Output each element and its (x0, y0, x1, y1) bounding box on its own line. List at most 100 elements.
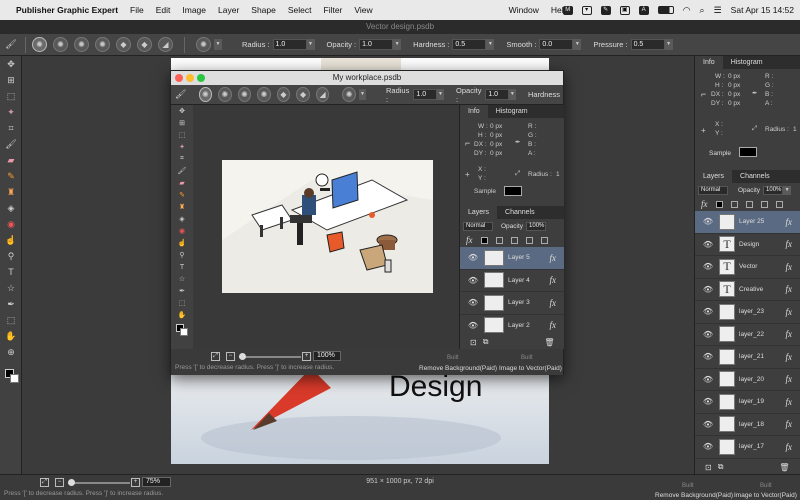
menu-edit[interactable]: Edit (156, 5, 171, 15)
brush-icon[interactable]: 🖌 (171, 165, 193, 177)
layer-fx-icon[interactable]: fx (786, 284, 793, 294)
layer-fx-icon[interactable]: fx (550, 320, 557, 330)
tab-info[interactable]: Info (460, 105, 488, 118)
eye-icon[interactable]: 👁 (701, 330, 715, 339)
smooth-field[interactable]: 0.0 (539, 39, 574, 50)
layer-fx-icon[interactable]: fx (786, 307, 793, 317)
brush-picker-icon[interactable]: ✺ (196, 37, 211, 52)
layer-name[interactable]: layer_17 (739, 443, 786, 450)
stamp-icon[interactable]: ♜ (171, 201, 193, 213)
stamp-icon[interactable]: ♜ (0, 184, 22, 200)
zoom-field[interactable]: 100% (313, 351, 341, 361)
layer-name[interactable]: layer_23 (739, 308, 786, 315)
layer-name[interactable]: layer_20 (739, 376, 786, 383)
sample-swatch[interactable] (504, 186, 522, 196)
fx-icon[interactable]: fx (466, 235, 473, 245)
brush-icon[interactable]: 🖌 (0, 136, 22, 152)
group-icon[interactable] (745, 200, 753, 208)
menu-image[interactable]: Image (182, 5, 206, 15)
pressure-field[interactable]: 0.5 (630, 39, 665, 50)
duplicate-icon[interactable] (760, 200, 768, 208)
duplicate-layer-icon[interactable]: ⧉ (718, 462, 724, 472)
layer-fx-icon[interactable]: fx (786, 217, 793, 227)
radius-field[interactable]: 1.0 (413, 89, 437, 100)
brush-preset-5-icon[interactable]: ◆ (116, 37, 131, 52)
layer-opacity-field[interactable]: 100% (763, 185, 784, 195)
pencil-icon[interactable]: ✎ (171, 189, 193, 201)
layer-name[interactable]: layer_22 (739, 331, 786, 338)
brush-preset-6-icon[interactable]: ◆ (137, 37, 152, 52)
new-layer-icon[interactable]: ⊡ (705, 463, 712, 472)
layer-row[interactable]: 👁 Layer 2 fx (460, 315, 564, 336)
adjust-icon[interactable] (495, 236, 503, 244)
wifi-icon[interactable]: ◠ (683, 5, 691, 16)
layer-fx-icon[interactable]: fx (786, 374, 793, 384)
eye-icon[interactable]: 👁 (466, 321, 480, 330)
crop-tool-icon[interactable]: ⌗ (0, 120, 22, 136)
tab-channels[interactable]: Channels (497, 206, 543, 219)
menu-filter[interactable]: Filter (324, 5, 343, 15)
zoom-window-icon[interactable] (197, 74, 205, 82)
layer-row[interactable]: 👁 Layer 5 fx (460, 247, 564, 270)
eye-icon[interactable]: 👁 (466, 298, 480, 307)
layer-fx-icon[interactable]: fx (550, 253, 557, 263)
workplace-artwork[interactable] (222, 160, 433, 293)
zoom-icon[interactable]: ⚲ (171, 249, 193, 261)
layer-name[interactable]: Creative (739, 286, 786, 293)
layer-row[interactable]: 👁 Layer 3 fx (460, 292, 564, 315)
fx-icon[interactable]: fx (701, 199, 708, 209)
layer-name[interactable]: Layer 2 (508, 322, 550, 329)
layer-fx-icon[interactable]: fx (786, 419, 793, 429)
layer-opacity-field[interactable]: 100% (526, 221, 547, 231)
layer-name[interactable]: layer_18 (739, 421, 786, 428)
text-icon[interactable]: T (0, 264, 22, 280)
control-center-icon[interactable]: ☰ (714, 5, 722, 16)
brush-preset-1-icon[interactable]: ✺ (198, 87, 213, 102)
search-icon[interactable]: ⌕ (700, 5, 705, 16)
layer-fx-icon[interactable]: fx (786, 239, 793, 249)
layer-row[interactable]: 👁 Layer 25 fx (695, 211, 800, 234)
fit-screen-icon[interactable]: ⤢ (211, 352, 220, 361)
smudge-icon[interactable]: ☝ (0, 232, 22, 248)
layer-name[interactable]: layer_21 (739, 353, 786, 360)
layer-fx-icon[interactable]: fx (786, 329, 793, 339)
clock[interactable]: Sat Apr 15 14:52 (731, 5, 794, 15)
brush-preset-4-icon[interactable]: ✺ (257, 87, 271, 102)
trash-icon[interactable]: 🗑 (544, 338, 554, 347)
eye-icon[interactable]: 👁 (701, 352, 715, 361)
star-shape-icon[interactable]: ☆ (0, 280, 22, 296)
mask-icon[interactable] (480, 236, 488, 244)
blend-mode-select[interactable]: Normal (698, 185, 728, 195)
brush-preset-4-icon[interactable]: ✺ (95, 37, 110, 52)
blend-mode-select[interactable]: Normal (463, 221, 493, 231)
layer-row[interactable]: 👁 layer_21 fx (695, 346, 800, 369)
tab-channels[interactable]: Channels (732, 170, 778, 183)
zoom-out-icon[interactable]: − (226, 352, 235, 361)
layer-name[interactable]: Vector (739, 263, 786, 270)
status-crop-icon[interactable]: ▣ (619, 5, 630, 15)
pen-icon[interactable]: ✒ (171, 285, 193, 297)
zoom-slider[interactable] (239, 353, 301, 360)
eye-icon[interactable]: 👁 (701, 442, 715, 451)
zoom-slider-knob[interactable] (239, 353, 246, 360)
trash-icon[interactable]: 🗑 (779, 463, 789, 472)
design-text[interactable]: Design (389, 370, 482, 404)
lock-icon[interactable] (540, 236, 548, 244)
layer-fx-icon[interactable]: fx (550, 275, 557, 285)
battery-icon[interactable] (657, 6, 674, 14)
mask-icon[interactable] (715, 200, 723, 208)
layer-fx-icon[interactable]: fx (786, 397, 793, 407)
layer-fx-icon[interactable]: fx (786, 442, 793, 452)
background-color-swatch[interactable] (180, 328, 188, 336)
menu-shape[interactable]: Shape (251, 5, 276, 15)
eye-icon[interactable]: 👁 (701, 262, 715, 271)
smooth-dropdown[interactable]: ▼ (573, 39, 582, 50)
layer-row[interactable]: 👁 layer_20 fx (695, 369, 800, 391)
magic-wand-icon[interactable]: ✦ (171, 141, 193, 153)
layer-name[interactable]: Layer 5 (508, 254, 550, 261)
layer-row[interactable]: 👁 layer_17 fx (695, 436, 800, 459)
eye-icon[interactable]: 👁 (701, 307, 715, 316)
layer-name[interactable]: layer_19 (739, 398, 786, 405)
crop-tool-icon[interactable]: ⌗ (171, 153, 193, 165)
image-to-vector-button[interactable]: Image to Vector(Paid) (734, 492, 797, 499)
